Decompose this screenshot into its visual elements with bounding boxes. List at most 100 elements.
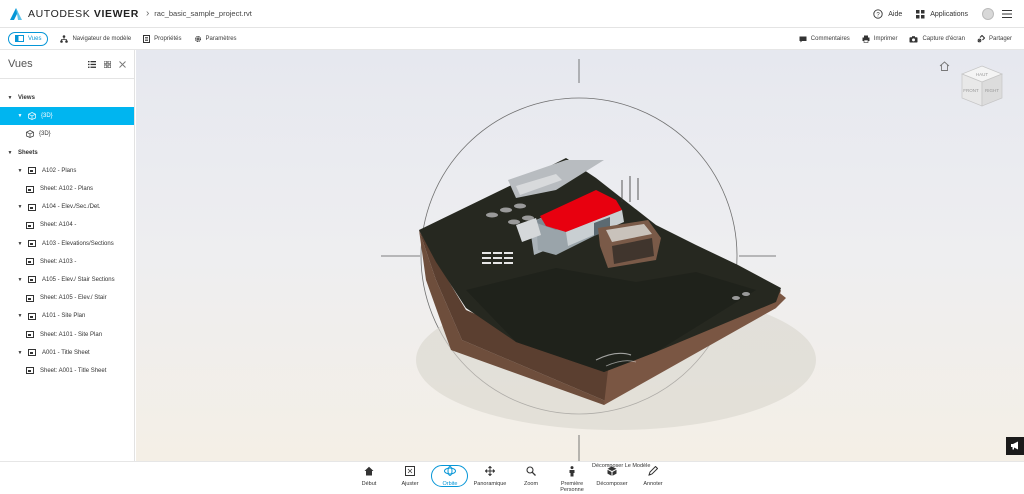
properties-icon [143, 34, 151, 43]
expand-caret-icon[interactable]: ▼ [16, 113, 24, 119]
tree-item-label: Sheet: A103 - [40, 258, 77, 265]
tree-item[interactable]: Sheet: A104 - [0, 216, 134, 234]
viewcube[interactable]: HAUT FRONT RIGHT [958, 62, 1006, 117]
comment-icon [799, 36, 807, 43]
share-button[interactable]: Partager [977, 32, 1012, 46]
expand-caret-icon[interactable]: ▼ [16, 241, 24, 247]
model-viewport[interactable]: HAUT FRONT RIGHT [136, 50, 1024, 461]
share-icon [977, 35, 985, 43]
grid-view-icon[interactable] [104, 60, 111, 68]
pan-icon [470, 465, 510, 478]
tree-item-label: A103 - Elevations/Sections [42, 240, 114, 247]
tree-item-label: {3D} [41, 113, 53, 120]
sheet-icon [28, 203, 36, 211]
tree-item[interactable]: ▼ A102 - Plans [0, 162, 134, 180]
expand-caret-icon[interactable]: ▼ [16, 313, 24, 319]
tree-item-label: {3D} [39, 131, 51, 138]
sheet-icon [28, 276, 36, 284]
tab-model-browser[interactable]: Navigateur de modèle [60, 32, 131, 46]
pan-tool-button[interactable]: Panoramique [470, 465, 510, 487]
zoom-tool-button[interactable]: Zoom [511, 466, 551, 487]
expand-caret-icon[interactable]: ▼ [16, 168, 24, 174]
camera-icon [909, 35, 918, 43]
comments-button[interactable]: Commentaires [799, 32, 850, 46]
sheet-icon [26, 294, 34, 302]
navigation-toolbar: Début Ajuster Orbite Panoramique Zoom Pr… [0, 461, 1024, 494]
menu-icon[interactable] [1002, 10, 1012, 18]
tree-item-label: Sheet: A001 - Title Sheet [40, 367, 107, 374]
fit-tool-button[interactable]: Ajuster [390, 466, 430, 487]
print-button[interactable]: Imprimer [862, 32, 897, 46]
model-browser-icon [60, 34, 69, 43]
tree-item[interactable]: Sheet: A103 - [0, 253, 134, 271]
tree-item[interactable]: ▼ {3D} [0, 107, 134, 126]
help-button[interactable]: ? Aide [873, 9, 902, 19]
breadcrumb-chevron-icon: › [145, 8, 150, 19]
autodesk-logo[interactable]: AUTODESK VIEWER [10, 7, 139, 20]
user-avatar[interactable] [982, 8, 994, 20]
tree-item[interactable]: ▼ A104 - Elev./Sec./Det. [0, 198, 134, 216]
close-panel-icon[interactable] [119, 60, 126, 68]
brand-name: AUTODESK VIEWER [28, 7, 139, 20]
tree-item[interactable]: ▼ A101 - Site Plan [0, 307, 134, 325]
sheet-icon [28, 240, 36, 248]
expand-caret-icon[interactable]: ▼ [6, 95, 14, 101]
file-name: rac_basic_sample_project.rvt [154, 9, 252, 18]
tree-group-sheets[interactable]: ▼ Sheets [0, 144, 134, 162]
screenshot-button[interactable]: Capture d'écran [909, 32, 965, 46]
apps-grid-icon [916, 9, 925, 19]
tree-item[interactable]: ▼ A103 - Elevations/Sections [0, 235, 134, 253]
sheet-icon [28, 167, 36, 175]
viewcube-front-label: FRONT [963, 88, 979, 93]
applications-button[interactable]: Applications [916, 9, 968, 19]
tree-item[interactable]: Sheet: A105 - Elev./ Stair [0, 289, 134, 307]
first-person-icon [551, 466, 593, 478]
tree-item-label: A102 - Plans [42, 167, 77, 174]
views-icon [15, 35, 24, 42]
home-view-icon[interactable] [939, 58, 950, 76]
tree-item[interactable]: Sheet: A102 - Plans [0, 180, 134, 198]
settings-icon [194, 35, 202, 43]
megaphone-icon [1010, 437, 1020, 455]
tree-item-label: A101 - Site Plan [42, 313, 86, 320]
tree-item-label: Sheet: A102 - Plans [40, 186, 94, 193]
tree-item[interactable]: Sheet: A001 - Title Sheet [0, 362, 134, 380]
tree-item-label: Sheet: A101 - Site Plan [40, 331, 103, 338]
tree-item-label: A105 - Elev./ Stair Sections [42, 276, 115, 283]
sheet-icon [26, 258, 34, 266]
home-tool-button[interactable]: Début [349, 466, 389, 487]
tab-vues[interactable]: Vues [8, 31, 49, 46]
tree-item-label: Views [18, 95, 35, 102]
explode-tool-button[interactable]: Décomposer [592, 466, 632, 487]
tree-item[interactable]: ▼ A105 - Elev./ Stair Sections [0, 271, 134, 289]
viewcube-top-label: HAUT [976, 72, 989, 77]
tab-settings[interactable]: Paramètres [194, 32, 237, 46]
tree-item[interactable]: ▼ A001 - Title Sheet [0, 344, 134, 362]
tab-properties[interactable]: Propriétés [143, 32, 182, 46]
help-icon: ? [873, 9, 883, 19]
expand-caret-icon[interactable]: ▼ [6, 150, 14, 156]
tree-item[interactable]: {3D} [0, 125, 134, 143]
annotate-tool-button[interactable]: Annoter [633, 465, 673, 487]
sheet-icon [26, 221, 34, 229]
autodesk-logo-icon [10, 7, 22, 20]
feedback-button[interactable] [1006, 437, 1024, 455]
tree-item-label: A001 - Title Sheet [42, 349, 90, 356]
orbit-tool-button[interactable]: Orbite [430, 466, 470, 487]
tree-item[interactable]: Sheet: A101 - Site Plan [0, 325, 134, 343]
list-view-icon[interactable] [88, 60, 96, 68]
expand-caret-icon[interactable]: ▼ [16, 277, 24, 283]
top-toolbar: Vues Navigateur de modèle Propriétés Par… [0, 28, 1024, 50]
tree-item-label: Sheet: A104 - [40, 222, 77, 229]
cube-3d-icon [28, 112, 36, 121]
cube-3d-icon [26, 130, 34, 139]
tree-group-views[interactable]: ▼ Views [0, 89, 134, 107]
expand-caret-icon[interactable]: ▼ [16, 204, 24, 210]
panel-header: Vues [0, 50, 134, 79]
3d-model-canvas[interactable] [136, 50, 1024, 461]
sheet-icon [28, 349, 36, 357]
sheet-icon [26, 331, 34, 339]
first-person-tool-button[interactable]: Première Personne [551, 466, 593, 493]
expand-caret-icon[interactable]: ▼ [16, 350, 24, 356]
views-panel: Vues ▼ Views ▼ {3D} {3D} ▼ Sheets ▼ A102 - Plans… [0, 50, 135, 461]
